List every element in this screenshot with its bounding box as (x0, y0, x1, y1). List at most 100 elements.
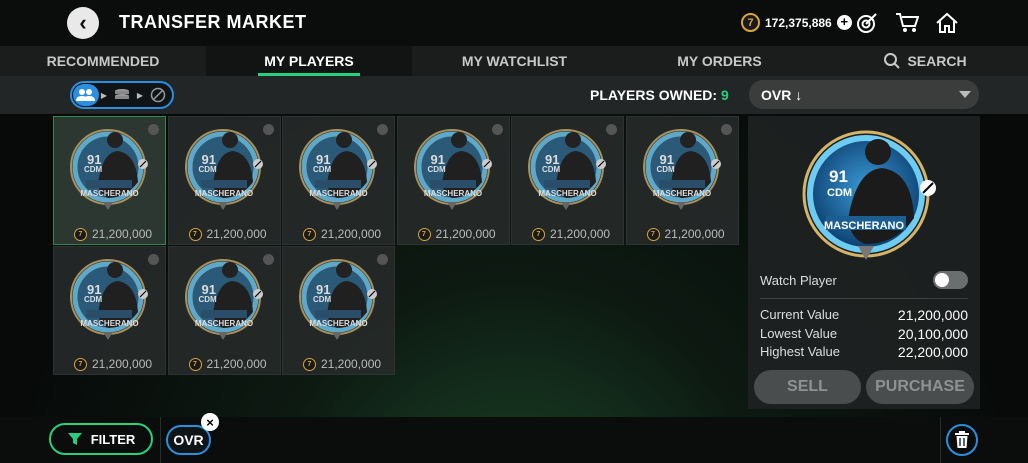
untradeable-icon[interactable] (145, 84, 171, 106)
highest-value-row: Highest Value 22,200,000 (760, 344, 968, 360)
players-owned: PLAYERS OWNED: 9 (590, 87, 729, 103)
card-player-name: MASCHERANO (538, 189, 597, 198)
card-player-name: MASCHERANO (423, 189, 483, 198)
tab-search-label: SEARCH (907, 53, 967, 69)
detail-position: CDM (827, 187, 853, 199)
card-position: CDM (427, 165, 446, 174)
plus-icon[interactable]: + (836, 15, 852, 30)
arrow-right-icon: ▶ (136, 90, 144, 100)
player-card[interactable]: 91 CDM MASCHERANO 7 21,200,000 (53, 246, 166, 375)
card-player-name: MASCHERANO (80, 189, 139, 198)
card-position: CDM (313, 165, 332, 174)
lock-icon (262, 254, 274, 265)
lock-icon (377, 124, 388, 135)
players-view-icon[interactable] (73, 84, 99, 106)
coin-icon: 7 (74, 227, 87, 241)
player-card[interactable]: 91 CDM MASCHERANO 7 21,200,000 (167, 116, 281, 245)
card-price: 7 21,200,000 (417, 227, 496, 241)
coin-icon: 7 (646, 227, 660, 241)
home-icon[interactable] (935, 11, 959, 35)
toggle-knob (935, 273, 949, 287)
tab-recommended[interactable]: RECOMMENDED (0, 46, 206, 76)
player-card[interactable]: 91 CDM MASCHERANO 7 21,200,000 (625, 116, 739, 245)
watch-player-label: Watch Player (760, 273, 837, 288)
card-price: 7 21,200,000 (303, 227, 381, 241)
highest-value: 22,200,000 (897, 344, 968, 360)
player-card-large[interactable] (796, 124, 936, 270)
player-card[interactable]: 91 CDM MASCHERANO 7 21,200,000 (511, 116, 624, 245)
arrow-right-icon: ▶ (100, 90, 108, 100)
coin-icon: 7 (188, 357, 202, 371)
card-price: 7 21,200,000 (646, 227, 725, 241)
card-price: 7 21,200,000 (74, 357, 152, 371)
objectives-target-icon[interactable] (855, 11, 879, 35)
player-card[interactable]: 91 CDM MASCHERANO 7 21,200,000 (53, 116, 166, 245)
card-price: 7 21,200,000 (188, 357, 267, 371)
sort-dropdown[interactable]: OVR ↓ (749, 80, 979, 109)
lock-icon (377, 254, 388, 265)
close-icon[interactable]: × (201, 413, 219, 431)
sub-bar: ▶ ▶ PLAYERS OWNED: 9 OVR ↓ (0, 76, 1028, 114)
coin-icon: 7 (417, 227, 431, 241)
shopping-cart-icon[interactable] (895, 11, 919, 35)
filter-button[interactable]: FILTER (49, 423, 153, 455)
coin-icon: 7 (303, 357, 316, 371)
sort-value: OVR ↓ (761, 86, 803, 103)
coin-stack-icon[interactable] (109, 84, 135, 106)
watch-player-toggle[interactable] (933, 271, 968, 289)
back-arrow-icon[interactable]: ‹ (67, 7, 99, 39)
tab-my-players[interactable]: MY PLAYERS (206, 46, 412, 76)
detail-ovr: 91 (829, 167, 848, 186)
coin-icon: 7 (741, 13, 760, 32)
coin-balance: 7 172,375,886 + (741, 13, 852, 32)
player-card-art (413, 129, 492, 210)
card-price: 7 21,200,000 (303, 357, 381, 371)
player-card[interactable]: 91 CDM MASCHERANO 7 21,200,000 (167, 246, 281, 375)
card-player-name: MASCHERANO (309, 189, 368, 198)
divider (760, 298, 968, 299)
player-card-art (70, 129, 148, 210)
search-icon (884, 53, 901, 69)
players-owned-label: PLAYERS OWNED: (590, 87, 718, 103)
lowest-value-label: Lowest Value (760, 326, 838, 341)
player-card-art (528, 129, 606, 210)
card-player-name: MASCHERANO (194, 189, 254, 198)
card-price-value: 21,200,000 (206, 357, 267, 371)
player-card[interactable]: 91 CDM MASCHERANO 7 21,200,000 (282, 116, 395, 245)
card-position: CDM (84, 295, 103, 304)
filter-label: FILTER (90, 431, 136, 447)
player-card-art (184, 259, 263, 340)
card-price-value: 21,200,000 (664, 227, 725, 241)
divider (160, 417, 161, 463)
players-owned-count: 9 (720, 87, 729, 103)
card-price-value: 21,200,000 (321, 357, 382, 371)
card-position: CDM (542, 165, 561, 174)
detail-player-name: MASCHERANO (823, 220, 905, 232)
tab-search[interactable]: SEARCH (822, 46, 1028, 76)
lock-icon (262, 124, 274, 135)
current-value-row: Current Value 21,200,000 (760, 307, 968, 323)
current-value: 21,200,000 (897, 307, 968, 323)
player-card[interactable]: 91 CDM MASCHERANO 7 21,200,000 (282, 246, 395, 375)
coin-icon: 7 (303, 227, 316, 241)
card-position: CDM (198, 165, 217, 174)
player-card-art (184, 129, 263, 210)
sell-button[interactable]: SELL (754, 370, 861, 404)
card-position: CDM (198, 295, 217, 304)
card-price-value: 21,200,000 (92, 357, 153, 371)
lock-icon (491, 124, 503, 135)
tab-my-watchlist[interactable]: MY WATCHLIST (412, 46, 617, 76)
current-value-label: Current Value (760, 307, 840, 322)
coin-icon: 7 (188, 227, 202, 241)
trash-icon[interactable] (946, 424, 978, 456)
card-player-name: MASCHERANO (194, 319, 254, 328)
player-card-art (299, 129, 377, 210)
coin-icon: 7 (532, 227, 545, 241)
highest-value-label: Highest Value (760, 344, 840, 359)
view-mode-toggle[interactable]: ▶ ▶ (70, 81, 174, 109)
card-price: 7 21,200,000 (532, 227, 610, 241)
card-price-value: 21,200,000 (550, 227, 611, 241)
player-card[interactable]: 91 CDM MASCHERANO 7 21,200,000 (396, 116, 510, 245)
purchase-button[interactable]: PURCHASE (866, 370, 974, 404)
tab-my-orders[interactable]: MY ORDERS (617, 46, 822, 76)
